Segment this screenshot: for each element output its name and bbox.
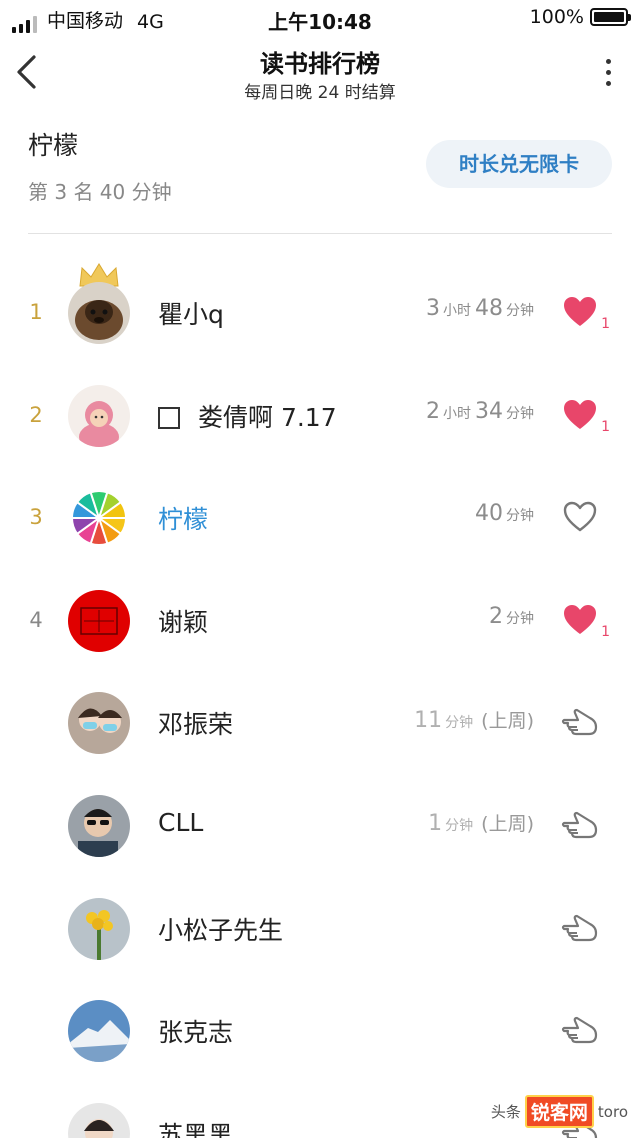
status-right: 100% (529, 6, 631, 28)
minutes-value: 40 (475, 501, 503, 527)
my-name: 柠檬 (28, 131, 79, 160)
reading-time: 3 小时 48 分钟 (426, 296, 534, 321)
list-item[interactable]: 小松子先生 (0, 878, 640, 980)
user-name-text: 瞿小q (158, 300, 224, 329)
user-name[interactable]: 谢颖 (158, 603, 208, 639)
reading-time: 1 分钟 (上周) (428, 809, 534, 836)
watermark-suffix: toro (597, 1102, 628, 1121)
heart-filled-icon[interactable] (560, 292, 600, 332)
list-item[interactable]: 2 娄倩啊 7.17 2 小时 34 分钟 1 (0, 365, 640, 467)
last-week-tag: (上周) (481, 710, 534, 733)
rank-number: 4 (29, 607, 43, 632)
rank-number: 1 (29, 300, 43, 324)
user-name[interactable]: 邓振荣 (158, 705, 233, 741)
poke-hand-icon[interactable] (560, 702, 600, 742)
minutes-value: 34 (475, 398, 503, 424)
user-name[interactable]: 苏黑黑 (158, 1116, 233, 1138)
more-dots-icon (605, 58, 611, 64)
minutes-value: 48 (475, 296, 503, 321)
my-rank: 第 3 名 40 分钟 (28, 180, 172, 204)
user-name-text: 谢颖 (158, 607, 209, 637)
avatar[interactable] (68, 282, 130, 344)
redeem-unlimited-card-button[interactable]: 时长兑无限卡 (426, 140, 612, 188)
list-item[interactable]: 1 瞿小q 3 小时 48 分钟 1 (0, 262, 640, 364)
reading-time: 2 小时 34 分钟 (426, 399, 534, 424)
heart-outline-icon[interactable] (560, 497, 600, 537)
user-name-text: CLL (158, 808, 204, 837)
reading-time: 11 分钟 (上周) (414, 706, 534, 733)
heart-filled-icon[interactable] (560, 600, 600, 640)
like-count: 1 (601, 623, 610, 640)
minutes-value: 2 (489, 603, 503, 629)
reading-time: 40 分钟 (475, 501, 534, 526)
watermark-badge: 锐客网 (524, 1095, 594, 1128)
like-count: 1 (601, 418, 610, 435)
minutes-unit: 分钟 (445, 818, 474, 834)
user-name-text: 邓振荣 (158, 710, 234, 740)
avatar[interactable] (68, 897, 130, 960)
heart-filled-icon[interactable] (560, 395, 600, 435)
watermark-prefix: 头条 (490, 1103, 521, 1121)
status-bar: 中国移动 4G 上午10:48 100% (0, 0, 640, 36)
list-item[interactable]: 邓振荣 11 分钟 (上周) (0, 672, 640, 774)
list-item[interactable]: 4 谢颖 2 分钟 1 (0, 570, 640, 672)
minutes-unit: 分钟 (506, 508, 534, 525)
nav-bar: 读书排行榜 每周日晚 24 时结算 (0, 40, 640, 104)
minutes-value: 1 (428, 811, 443, 836)
user-name-text: 张克志 (158, 1018, 234, 1048)
reading-time: 2 分钟 (489, 604, 534, 629)
checkbox-icon (158, 406, 180, 429)
page-title: 读书排行榜 (260, 50, 380, 78)
hours-unit: 小时 (443, 303, 471, 319)
poke-hand-icon[interactable] (560, 1010, 600, 1050)
hours-value: 3 (426, 296, 440, 321)
user-name-text: 娄倩啊 7.17 (198, 402, 337, 432)
rank-number: 3 (29, 505, 43, 530)
minutes-unit: 分钟 (506, 610, 534, 627)
minutes-unit: 分钟 (506, 303, 534, 319)
user-name[interactable]: CLL (158, 808, 203, 837)
battery-icon (590, 8, 631, 26)
list-item[interactable]: 3 柠檬 40 分钟 (0, 467, 640, 569)
more-options-button[interactable] (596, 54, 620, 90)
hours-value: 2 (426, 398, 440, 424)
user-name[interactable]: 柠檬 (158, 500, 208, 536)
user-name[interactable]: 张克志 (158, 1013, 233, 1049)
user-name-text: 苏黑黑 (158, 1120, 234, 1138)
poke-hand-icon[interactable] (560, 908, 600, 948)
divider (28, 233, 612, 234)
user-name[interactable]: 娄倩啊 7.17 (158, 398, 337, 434)
rank-number: 2 (29, 402, 43, 427)
list-item[interactable]: 张克志 (0, 980, 640, 1082)
user-name-text: 柠檬 (158, 505, 209, 535)
avatar[interactable] (68, 692, 130, 755)
hours-unit: 小时 (443, 405, 471, 422)
avatar[interactable] (68, 795, 130, 857)
user-name[interactable]: 小松子先生 (158, 911, 283, 947)
battery-percent: 100% (529, 6, 584, 28)
avatar[interactable] (68, 384, 130, 447)
like-count: 1 (601, 316, 610, 332)
poke-hand-icon[interactable] (560, 805, 600, 845)
avatar[interactable] (68, 487, 130, 550)
minutes-unit: 分钟 (445, 715, 474, 732)
page-subtitle: 每周日晚 24 时结算 (244, 83, 396, 103)
avatar[interactable] (68, 589, 130, 652)
avatar[interactable] (68, 1102, 130, 1138)
list-item[interactable]: CLL 1 分钟 (上周) (0, 775, 640, 877)
last-week-tag: (上周) (481, 813, 534, 835)
user-name-text: 小松子先生 (158, 915, 284, 945)
minutes-unit: 分钟 (506, 405, 534, 422)
minutes-value: 11 (414, 708, 443, 734)
watermark: 头条 锐客网 toro (491, 1095, 628, 1128)
avatar[interactable] (68, 1000, 130, 1063)
my-summary: 柠檬 第 3 名 40 分钟 时长兑无限卡 (0, 120, 640, 234)
user-name[interactable]: 瞿小q (158, 295, 224, 331)
